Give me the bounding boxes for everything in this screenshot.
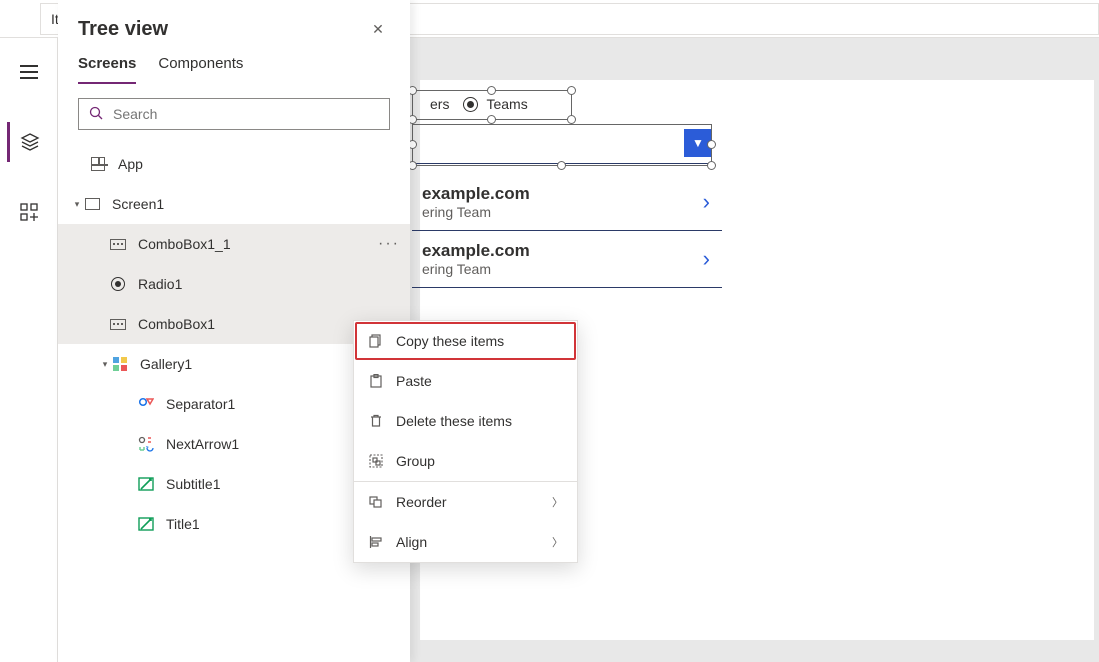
search-field[interactable]	[113, 106, 379, 122]
tree-view-title: Tree view	[78, 18, 168, 41]
node-label: ComboBox1_1	[138, 236, 231, 252]
search-icon	[89, 106, 103, 123]
combobox-control[interactable]: ▼	[412, 122, 712, 164]
main-area: ers Teams ▼ example.com	[0, 38, 1099, 662]
add-grid-icon	[20, 203, 38, 221]
label-icon	[136, 514, 156, 534]
node-label: NextArrow1	[166, 436, 239, 452]
layers-icon	[20, 132, 40, 152]
more-icon[interactable]: ···	[378, 235, 400, 253]
ctx-delete[interactable]: Delete these items	[354, 401, 577, 441]
insert-button[interactable]	[9, 192, 49, 232]
separator-icon	[136, 394, 156, 414]
ctx-align[interactable]: Align 〉	[354, 522, 577, 562]
left-rail	[0, 38, 58, 662]
tree-tabs: Screens Components	[58, 47, 410, 84]
card-title: example.com	[422, 241, 530, 261]
hamburger-icon	[20, 65, 38, 79]
ctx-reorder[interactable]: Reorder 〉	[354, 482, 577, 522]
ctx-label: Paste	[396, 373, 432, 389]
chevron-right-icon[interactable]: ›	[703, 246, 710, 272]
combobox-icon	[108, 314, 128, 334]
node-label: Separator1	[166, 396, 235, 412]
ctx-copy[interactable]: Copy these items	[354, 321, 577, 361]
label-icon	[136, 474, 156, 494]
node-label: ComboBox1	[138, 316, 215, 332]
paste-icon	[368, 374, 384, 388]
context-menu: Copy these items Paste Delete these item…	[353, 320, 578, 563]
close-icon[interactable]: ✕	[366, 21, 390, 38]
chevron-right-icon[interactable]: ›	[703, 189, 710, 215]
ctx-label: Delete these items	[396, 413, 512, 429]
copy-icon	[368, 334, 384, 348]
gallery-item-2[interactable]: example.com ering Team ›	[412, 231, 722, 288]
combobox-icon	[108, 234, 128, 254]
caret-down-icon[interactable]: ▾	[72, 199, 82, 210]
card-subtitle: ering Team	[422, 204, 530, 220]
node-label: Gallery1	[140, 356, 192, 372]
hamburger-button[interactable]	[9, 52, 49, 92]
radio-control[interactable]: ers Teams	[416, 90, 1094, 118]
nextarrow-icon	[136, 434, 156, 454]
ctx-paste[interactable]: Paste	[354, 361, 577, 401]
node-label: Title1	[166, 516, 200, 532]
node-label: App	[118, 156, 143, 172]
reorder-icon	[368, 495, 384, 509]
node-combobox1-1[interactable]: ComboBox1_1 ··· ···	[58, 224, 410, 264]
trash-icon	[368, 414, 384, 428]
gallery-icon	[110, 354, 130, 374]
align-icon	[368, 535, 384, 549]
chevron-right-icon: 〉	[552, 494, 563, 510]
node-label: Subtitle1	[166, 476, 220, 492]
chevron-right-icon: 〉	[552, 534, 563, 550]
node-app[interactable]: App	[58, 144, 410, 184]
ctx-label: Align	[396, 534, 427, 550]
card-subtitle: ering Team	[422, 261, 530, 277]
app-icon	[88, 154, 108, 174]
node-label: Screen1	[112, 196, 164, 212]
search-input[interactable]	[78, 98, 390, 130]
ctx-label: Group	[396, 453, 435, 469]
formula-input[interactable]	[379, 3, 1099, 35]
radio-option-2[interactable]: Teams	[463, 96, 527, 112]
group-icon	[368, 454, 384, 468]
ctx-label: Copy these items	[396, 333, 504, 349]
node-screen1[interactable]: ▾ Screen1	[58, 184, 410, 224]
gallery-item-1[interactable]: example.com ering Team ›	[412, 174, 722, 231]
caret-down-icon[interactable]: ▾	[100, 359, 110, 370]
node-radio1[interactable]: Radio1	[58, 264, 410, 304]
screen-icon	[82, 194, 102, 214]
radio-label-1: ers	[430, 96, 449, 112]
radio-circle-icon	[463, 97, 478, 112]
card-title: example.com	[422, 184, 530, 204]
ctx-group[interactable]: Group	[354, 441, 577, 481]
radio-option-1[interactable]: ers	[430, 96, 449, 112]
radio-label-2: Teams	[486, 96, 527, 112]
tree-view-button[interactable]	[7, 122, 47, 162]
tab-components[interactable]: Components	[158, 55, 243, 84]
ctx-label: Reorder	[396, 494, 447, 510]
node-label: Radio1	[138, 276, 182, 292]
radio-icon	[108, 274, 128, 294]
dropdown-arrow-icon[interactable]: ▼	[684, 129, 712, 157]
tab-screens[interactable]: Screens	[78, 55, 136, 84]
